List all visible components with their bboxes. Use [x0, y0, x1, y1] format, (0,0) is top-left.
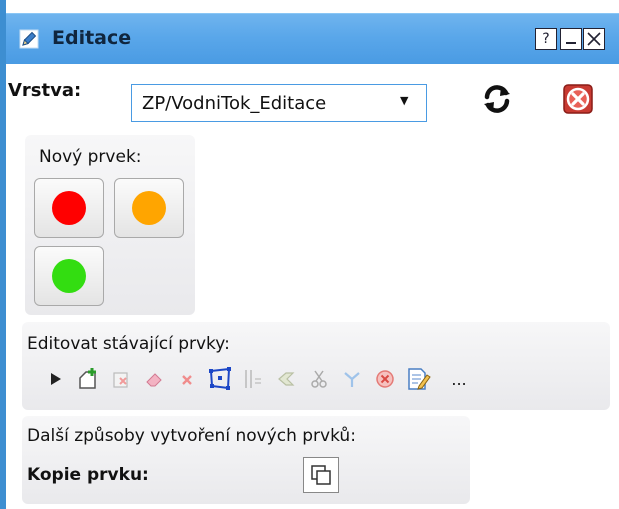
new-feature-orange-button[interactable]	[114, 178, 184, 238]
layer-label: Vrstva:	[8, 80, 82, 101]
cut-tool[interactable]	[306, 364, 332, 394]
window-title: Editace	[52, 27, 132, 49]
delete-tool[interactable]	[174, 364, 200, 394]
minimize-icon	[566, 42, 576, 44]
window-titlebar[interactable]: Editace ?	[6, 13, 619, 64]
edit-vertices-tool[interactable]	[207, 364, 233, 394]
add-part-tool[interactable]	[75, 364, 101, 394]
other-ways-panel: Další způsoby vytvoření nových prvků: Ko…	[22, 416, 470, 504]
merge-tool[interactable]	[339, 364, 365, 394]
add-part-icon	[79, 368, 96, 389]
new-feature-green-button[interactable]	[34, 246, 104, 306]
edit-existing-title: Editovat stávající prvky:	[27, 334, 230, 354]
other-ways-title: Další způsoby vytvoření nových prvků:	[27, 426, 356, 446]
pencil-icon	[18, 28, 40, 54]
delete-part-icon	[113, 372, 128, 388]
minimize-button[interactable]	[560, 28, 582, 50]
merge-icon	[344, 372, 360, 387]
copy-icon	[311, 465, 331, 485]
more-tools-button[interactable]: ...	[442, 364, 476, 394]
new-feature-panel: Nový prvek:	[25, 135, 195, 315]
eraser-icon	[146, 373, 162, 387]
eraser-tool[interactable]	[141, 364, 167, 394]
window-left-border	[0, 0, 6, 509]
green-dot-icon	[52, 259, 86, 293]
chevron-down-icon: ▼	[400, 94, 409, 107]
cut-icon	[311, 370, 327, 388]
help-label: ?	[542, 31, 550, 47]
refresh-button[interactable]	[474, 76, 519, 121]
edit-existing-panel: Editovat stávající prvky: ...	[22, 322, 610, 410]
new-feature-red-button[interactable]	[34, 178, 104, 238]
select-tool[interactable]	[42, 364, 68, 394]
red-dot-icon	[52, 191, 86, 225]
attributes-icon	[408, 368, 431, 390]
copy-feature-button[interactable]	[303, 457, 339, 493]
cancel-edit-tool[interactable]	[372, 364, 398, 394]
orange-dot-icon	[132, 191, 166, 225]
copy-feature-label: Kopie prvku:	[27, 465, 149, 485]
reshape-tool[interactable]	[273, 364, 299, 394]
more-icon: ...	[451, 369, 467, 389]
help-button[interactable]: ?	[535, 28, 557, 50]
edit-vertices-icon	[209, 367, 231, 390]
close-button[interactable]	[583, 28, 605, 50]
cancel-edit-icon	[376, 370, 394, 388]
layer-select[interactable]: ZP/VodniTok_Editace ▼	[131, 84, 427, 122]
cancel-icon	[562, 83, 593, 114]
layer-select-value: ZP/VodniTok_Editace	[142, 93, 327, 114]
split-line-tool[interactable]	[240, 364, 266, 394]
delete-icon	[182, 375, 192, 385]
close-editing-button[interactable]	[555, 76, 600, 121]
attributes-tool[interactable]	[405, 364, 431, 394]
refresh-icon	[483, 84, 510, 113]
reshape-icon	[278, 372, 295, 386]
select-arrow-icon	[51, 373, 61, 385]
new-feature-title: Nový prvek:	[39, 147, 142, 167]
close-icon	[587, 32, 601, 46]
delete-part-tool[interactable]	[108, 364, 134, 394]
split-line-icon	[245, 370, 261, 388]
